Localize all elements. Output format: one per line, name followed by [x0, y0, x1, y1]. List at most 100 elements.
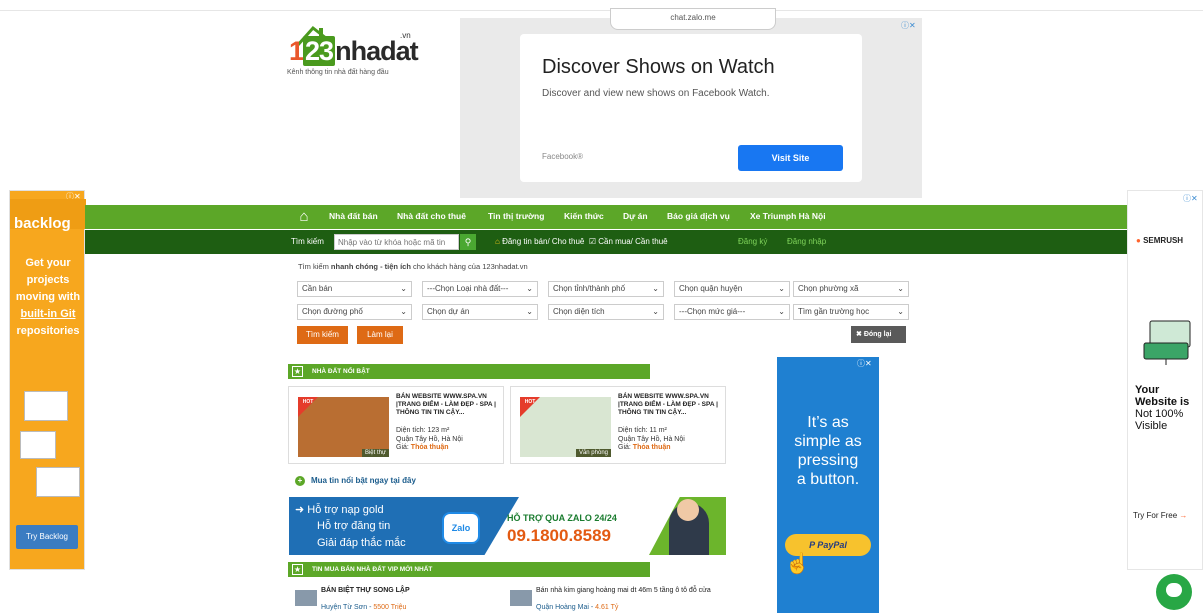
select-area[interactable]: Chọn diện tích ⌄ — [548, 304, 664, 320]
section-title: TIN MUA BÁN NHÀ ĐẤT VIP MỚI NHẤT — [312, 566, 433, 573]
post-buy-link[interactable]: Cần mua/ Cần thuê — [598, 237, 667, 246]
featured-card[interactable]: HOT Văn phòng BÁN WEBSITE WWW.SPA.VN |TR… — [510, 386, 726, 464]
try-for-free-link[interactable]: Try For Free → — [1133, 511, 1187, 520]
price-label: Giá: — [618, 444, 631, 451]
ad-description: Discover and view new shows on Facebook … — [542, 88, 770, 99]
select-value: Chọn diện tích — [553, 307, 605, 316]
ad-headline-line: Visible — [1135, 420, 1168, 432]
nav-item-nha-dat-cho-thue[interactable]: Nhà đất cho thuê — [397, 211, 466, 221]
ad-screenshot-image — [24, 391, 68, 421]
support-line: Hỗ trợ đăng tin — [317, 520, 391, 532]
section-header-featured: ★ NHÀ ĐẤT NỔI BẬT — [288, 364, 650, 379]
nav-item-du-an[interactable]: Dự án — [623, 211, 648, 221]
listing-info: Diện tích: 11 m² Quận Tây Hồ, Hà Nội Giá… — [618, 427, 685, 453]
select-price[interactable]: ---Chọn mức giá--- ⌄ — [674, 304, 790, 320]
select-value: Chọn dự án — [427, 307, 470, 316]
nav-item-nha-dat-ban[interactable]: Nhà đất bán — [329, 211, 378, 221]
hotline-number[interactable]: 09.1800.8589 — [507, 526, 611, 546]
home-icon[interactable]: ⌂ — [293, 208, 315, 226]
select-district[interactable]: Chọn quận huyện ⌄ — [674, 281, 790, 297]
select-province[interactable]: Chọn tỉnh/thành phố ⌄ — [548, 281, 664, 297]
ad-headline-line: simple as — [794, 433, 862, 450]
ad-headline-line: a button. — [796, 471, 860, 488]
select-street[interactable]: Chọn đường phố ⌄ — [297, 304, 412, 320]
select-property-type[interactable]: ---Chọn Loại nhà đất--- ⌄ — [422, 281, 538, 297]
featured-card[interactable]: HOT Biệt thự BÁN WEBSITE WWW.SPA.VN |TRA… — [288, 386, 504, 464]
nav-item-bao-gia[interactable]: Báo giá dịch vụ — [667, 211, 730, 221]
hand-pointer-icon: ☝ — [785, 553, 810, 575]
search-icon[interactable]: ⚲ — [460, 234, 476, 250]
chevron-down-icon: ⌄ — [652, 307, 659, 316]
ad-copy-line: Get your — [25, 257, 71, 269]
nav-item-tin-thi-truong[interactable]: Tin thị trường — [488, 211, 544, 221]
filter-desc-text: cho khách hàng của 123nhadat.vn — [410, 262, 528, 271]
left-ad-backlog[interactable]: ⓘ✕ backlog Get your projects moving with… — [9, 190, 86, 570]
select-ward[interactable]: Chọn phường xã ⌄ — [793, 281, 909, 297]
arrow-right-icon: → — [1179, 511, 1188, 520]
home-small-icon: ⌂ — [495, 237, 500, 246]
hot-ribbon: HOT — [520, 397, 540, 417]
chevron-down-icon: ⌄ — [526, 284, 533, 293]
semrush-brand-text: SEMRUSH — [1143, 236, 1184, 245]
ad-screenshot-image — [36, 467, 80, 497]
buy-featured-link[interactable]: + Mua tin nổi bật ngay tại đây — [295, 476, 416, 486]
ad-headline-line: Website is — [1135, 396, 1190, 408]
hotline-label: HỖ TRỢ QUA ZALO 24/24 — [507, 513, 617, 523]
listing-price: 5500 Triệu — [373, 604, 407, 611]
listing-meta: Quận Hoàng Mai - 4.61 Tỷ — [536, 604, 619, 611]
ad-choices-icon[interactable]: ⓘ✕ — [901, 20, 916, 31]
ad-choices-icon[interactable]: ⓘ✕ — [1183, 193, 1198, 204]
login-link[interactable]: Đăng nhập — [787, 237, 826, 246]
listing-location: Quận Tây Hồ, Hà Nội — [396, 435, 463, 443]
star-icon: ★ — [292, 366, 303, 377]
semrush-brand: ● SEMRUSH — [1136, 236, 1184, 245]
chat-widget-button[interactable] — [1156, 574, 1192, 610]
ad-choices-icon[interactable]: ⓘ✕ — [857, 358, 872, 369]
ad-headline: It’s as simple as pressing a button. — [777, 413, 879, 489]
top-ad-banner[interactable]: chat.zalo.me ⓘ✕ Discover Shows on Watch … — [460, 8, 922, 198]
search-bar: Tìm kiếm ⚲ ⌂ Đăng tin bán/ Cho thuê ☑ Cầ… — [85, 230, 1127, 254]
ad-copy-line: moving with — [15, 291, 81, 303]
filter-desc-text: Tìm kiếm — [298, 262, 331, 271]
listing-district: Quận Hoàng Mai — [536, 604, 589, 611]
select-transaction-type[interactable]: Cần bán ⌄ — [297, 281, 412, 297]
property-type-tag: Văn phòng — [575, 449, 611, 457]
price-value: Thỏa thuận — [632, 444, 671, 451]
listing-title[interactable]: BÁN WEBSITE WWW.SPA.VN |TRANG ĐIỂM - LÀM… — [396, 393, 502, 417]
listing-title[interactable]: BÁN WEBSITE WWW.SPA.VN |TRANG ĐIỂM - LÀM… — [618, 393, 724, 417]
listing-price: Giá: Thỏa thuận — [396, 444, 463, 453]
site-logo[interactable]: 123nhadat .vn Kênh thông tin nhà đất hàn… — [287, 22, 427, 82]
support-line: ➜ Hỗ trợ nạp gold — [295, 504, 384, 516]
ad-copy-line: repositories — [16, 325, 80, 337]
search-button[interactable]: Tìm kiếm — [297, 326, 348, 344]
right-ad-semrush[interactable]: ⓘ✕ ● SEMRUSH Your Website is Not 100% Vi… — [1127, 190, 1203, 570]
nav-item-xe-triumph[interactable]: Xe Triumph Hà Nội — [750, 211, 826, 221]
listing-thumbnail — [295, 590, 317, 606]
ad-headline-line: It’s as — [807, 414, 849, 431]
ad-copy: Get your projects moving with built-in G… — [10, 255, 86, 340]
buy-featured-text: Mua tin nổi bật ngay tại đây — [311, 476, 416, 485]
filter-desc-bold: nhanh chóng - tiện ích — [330, 262, 411, 271]
ad-headline-line: Your — [1135, 384, 1160, 396]
select-value: Cần bán — [302, 284, 333, 293]
ad-card: Discover Shows on Watch Discover and vie… — [520, 34, 862, 182]
chevron-down-icon: ⌄ — [400, 284, 407, 293]
reset-button[interactable]: Làm lại — [357, 326, 403, 344]
select-project[interactable]: Chọn dự án ⌄ — [422, 304, 538, 320]
chevron-down-icon: ⌄ — [778, 307, 785, 316]
register-link[interactable]: Đăng ký — [738, 237, 767, 246]
property-type-tag: Biệt thự — [361, 449, 389, 457]
search-input[interactable] — [334, 234, 459, 250]
support-banner[interactable]: ➜ Hỗ trợ nạp gold Hỗ trợ đăng tin Giải đ… — [289, 497, 726, 555]
close-filter-button[interactable]: ✖ Đóng lại — [851, 326, 906, 343]
post-sell-link[interactable]: Đăng tin bán/ Cho thuê — [502, 237, 584, 246]
listing-title: Bán nhà kim giang hoàng mai dt 46m 5 tần… — [536, 587, 711, 594]
paypal-ad[interactable]: ⓘ✕ It’s as simple as pressing a button. … — [777, 357, 879, 613]
try-backlog-button[interactable]: Try Backlog — [16, 525, 78, 549]
nav-item-kien-thuc[interactable]: Kiến thức — [564, 211, 604, 221]
select-near-school[interactable]: Tìm gần trường học ⌄ — [793, 304, 909, 320]
star-icon: ★ — [292, 564, 303, 575]
logo-tld: .vn — [400, 31, 411, 40]
listing-thumbnail — [510, 590, 532, 606]
visit-site-button[interactable]: Visit Site — [738, 145, 843, 171]
